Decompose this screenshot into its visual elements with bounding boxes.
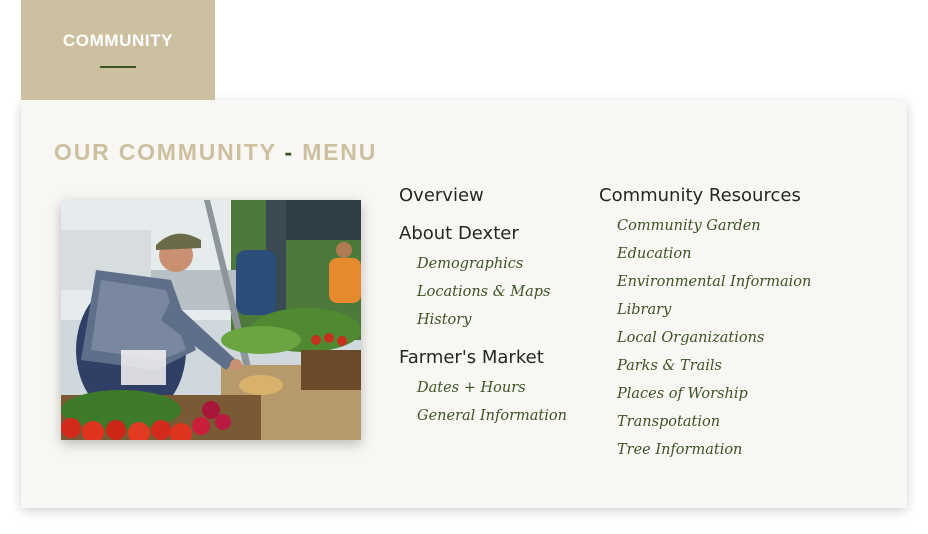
community-tab-label: COMMUNITY: [62, 30, 174, 50]
menu-column-2: Community Resources Community Garden Edu…: [599, 186, 811, 478]
menu-link-farmers-market[interactable]: Farmer's Market: [399, 348, 567, 378]
menu-link-overview[interactable]: Overview: [399, 186, 567, 214]
farmers-market-sublist: Dates + Hours General Information: [399, 378, 567, 434]
menu-link-dates-hours[interactable]: Dates + Hours: [417, 378, 567, 406]
menu-link-transportation[interactable]: Transpotation: [617, 412, 811, 440]
menu-link-tree-information[interactable]: Tree Information: [617, 440, 811, 468]
farmers-market-photo: [61, 200, 361, 440]
menu-link-locations-maps[interactable]: Locations & Maps: [417, 282, 567, 310]
menu-link-about-dexter[interactable]: About Dexter: [399, 224, 567, 254]
menu-link-environmental-information[interactable]: Environmental Informaion: [617, 272, 811, 300]
menu-link-local-organizations[interactable]: Local Organizations: [617, 328, 811, 356]
menu-link-education[interactable]: Education: [617, 244, 811, 272]
menu-title: OUR COMMUNITY - MENU: [54, 139, 377, 166]
menu-link-history[interactable]: History: [417, 310, 567, 338]
menu-link-community-garden[interactable]: Community Garden: [617, 216, 811, 244]
menu-title-primary: OUR COMMUNITY: [54, 139, 277, 165]
menu-column-1: Overview About Dexter Demographics Locat…: [399, 186, 567, 444]
community-resources-sublist: Community Garden Education Environmental…: [599, 216, 811, 468]
community-dropdown-panel: OUR COMMUNITY - MENU Overview About Dext…: [21, 100, 907, 508]
farmers-market-illustration: [61, 200, 361, 440]
menu-title-secondary: MENU: [302, 139, 378, 165]
menu-link-general-information[interactable]: General Information: [417, 406, 567, 434]
community-tab[interactable]: COMMUNITY: [21, 0, 215, 100]
about-dexter-sublist: Demographics Locations & Maps History: [399, 254, 567, 338]
menu-link-demographics[interactable]: Demographics: [417, 254, 567, 282]
menu-title-separator: -: [284, 139, 294, 165]
menu-link-library[interactable]: Library: [617, 300, 811, 328]
menu-link-places-of-worship[interactable]: Places of Worship: [617, 384, 811, 412]
menu-link-parks-trails[interactable]: Parks & Trails: [617, 356, 811, 384]
menu-link-community-resources[interactable]: Community Resources: [599, 186, 811, 216]
tab-active-underline: [100, 65, 136, 68]
